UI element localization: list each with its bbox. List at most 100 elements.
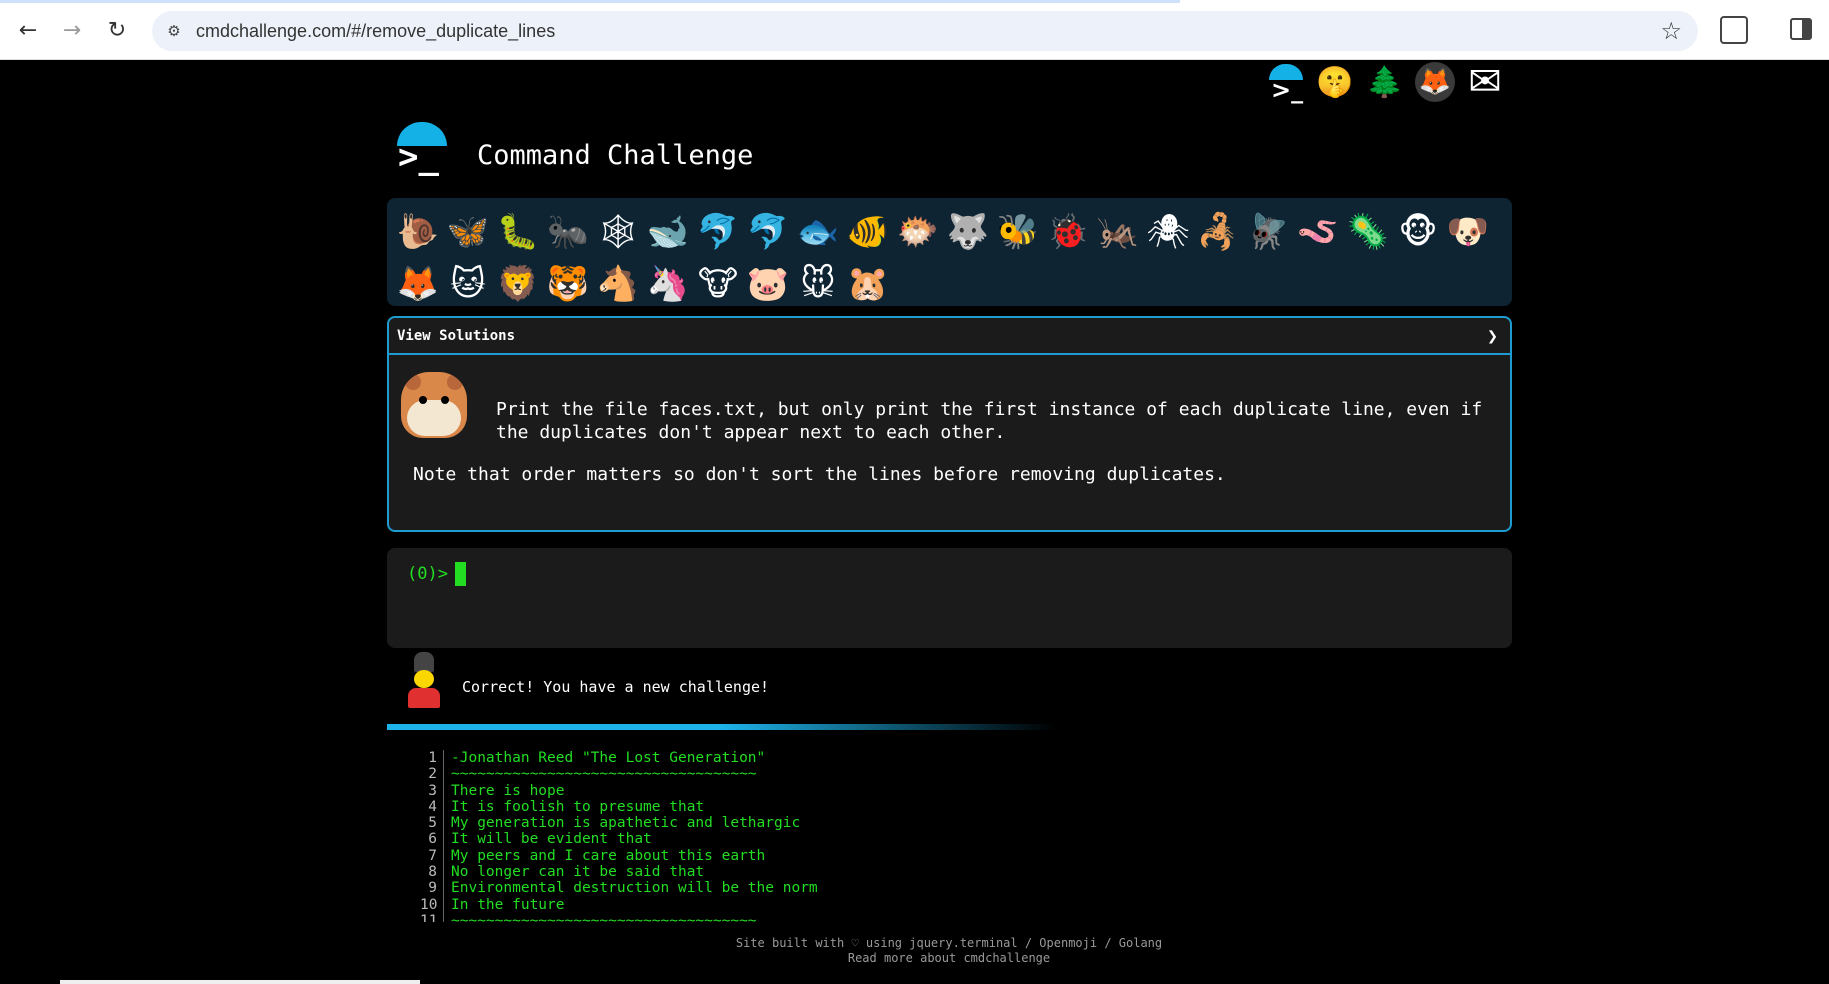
spider-web-icon[interactable]: 🕸	[593, 206, 643, 258]
butterfly-icon[interactable]: 🦋	[443, 206, 493, 258]
line-number: 8	[420, 864, 444, 881]
guard-icon	[404, 652, 444, 710]
fly-icon[interactable]: 🪰	[1243, 206, 1293, 258]
whale-icon[interactable]: 🐋	[643, 206, 693, 258]
ant-icon[interactable]: 🐜	[543, 206, 593, 258]
line-text: ~~~~~~~~~~~~~~~~~~~~~~~~~~~~~~~~~~~	[451, 912, 757, 922]
chevron-right-icon[interactable]: ❯	[1487, 326, 1498, 347]
ladybug-icon[interactable]: 🐞	[1043, 206, 1093, 258]
monkey-icon[interactable]: 🐵	[1393, 206, 1443, 258]
command-output: 1 -Jonathan Reed "The Lost Generation" 2 ~~…	[420, 750, 818, 922]
status-message: Correct! You have a new challenge!	[462, 678, 770, 696]
mouse-icon[interactable]: 🐭	[793, 258, 843, 310]
line-number: 11	[420, 912, 444, 922]
output-line: 4 It is foolish to presume that	[420, 798, 818, 816]
top-links: >_ 🤫 🌲 🦊 ✉	[1265, 59, 1505, 105]
output-line: 6 It will be evident that	[420, 831, 818, 848]
wolf-icon[interactable]: 🐺	[943, 206, 993, 258]
line-text: My peers and I care about this earth	[451, 847, 766, 864]
cricket-icon[interactable]: 🦗	[1093, 206, 1143, 258]
line-text: Environmental destruction will be the no…	[451, 880, 818, 897]
envelope-icon[interactable]: ✉	[1465, 59, 1505, 105]
tiger-icon[interactable]: 🐯	[543, 258, 593, 310]
line-text: My generation is apathetic and lethargic	[451, 815, 801, 832]
line-text: ~~~~~~~~~~~~~~~~~~~~~~~~~~~~~~~~~~~	[451, 766, 757, 783]
fish-icon[interactable]: 🐟	[793, 206, 843, 258]
cow-icon[interactable]: 🐮	[693, 258, 743, 310]
line-number: 1	[420, 750, 444, 767]
line-text: It is foolish to presume that	[451, 798, 705, 815]
loading-bar	[0, 0, 1180, 3]
gitlab-icon[interactable]: 🦊	[1415, 62, 1455, 102]
line-number: 7	[420, 847, 444, 865]
terminal[interactable]: (0)>	[387, 548, 1512, 648]
scroll-indicator	[60, 980, 420, 984]
bookmark-star-icon[interactable]: ☆	[1660, 17, 1682, 45]
dog-icon[interactable]: 🐶	[1443, 206, 1493, 258]
line-number: 3	[420, 782, 444, 799]
evergreen-tree-icon[interactable]: 🌲	[1365, 62, 1405, 102]
line-number: 9	[420, 880, 444, 897]
page-title[interactable]: Command Challenge	[477, 140, 753, 171]
bee-icon[interactable]: 🐝	[993, 206, 1043, 258]
output-line: 7 My peers and I care about this earth	[420, 847, 818, 865]
tropical-fish-icon[interactable]: 🐠	[843, 206, 893, 258]
fox-icon[interactable]: 🦊	[393, 258, 443, 310]
extensions-icon[interactable]	[1720, 16, 1748, 44]
line-text: No longer can it be said that	[451, 864, 705, 881]
site-logo-icon[interactable]: >_	[395, 118, 449, 178]
worm-icon[interactable]: 🪱	[1293, 206, 1343, 258]
caterpillar-icon[interactable]: 🐛	[493, 206, 543, 258]
footer-read-more-link[interactable]: Read more about cmdchallenge	[0, 951, 1829, 966]
footer: Site built with ♡ using jquery.terminal …	[0, 936, 1829, 966]
output-line: 9 Environmental destruction will be the n…	[420, 880, 818, 897]
hamster-icon[interactable]: 🐹	[843, 258, 893, 310]
output-line: 8 No longer can it be said that	[420, 864, 818, 881]
cmdchallenge-logo-icon[interactable]: >_	[1265, 62, 1305, 104]
line-number: 10	[420, 896, 444, 913]
line-number: 4	[420, 798, 444, 816]
line-text: -Jonathan Reed "The Lost Generation"	[451, 750, 766, 766]
output-line: 10 In the future	[420, 896, 818, 913]
pig-icon[interactable]: 🐷	[743, 258, 793, 310]
snail-icon[interactable]: 🐌	[393, 206, 443, 258]
spider-icon[interactable]: 🕷	[1143, 206, 1193, 258]
challenge-grid: 🐌 🦋 🐛 🐜 🕸 🐋 🐬 🐬 🐟 🐠 🐡 🐺 🐝 🐞 🦗 🕷 🦂 🪰 🪱 🦠 🐵 🐶 🦊 🐱 🦁 🐯 🐴 🦄 🐮 🐷 🐭 🐹	[387, 198, 1512, 306]
shushing-face-icon[interactable]: 🤫	[1315, 62, 1355, 102]
address-bar[interactable]: ⚙ cmdchallenge.com/#/remove_duplicate_li…	[152, 11, 1698, 51]
challenge-description: Print the file faces.txt, but only print…	[496, 399, 1483, 443]
footer-credits[interactable]: Site built with ♡ using jquery.terminal …	[0, 936, 1829, 951]
microbe-icon[interactable]: 🦠	[1343, 206, 1393, 258]
scorpion-icon[interactable]: 🦂	[1193, 206, 1243, 258]
output-line: 11 ~~~~~~~~~~~~~~~~~~~~~~~~~~~~~~~~~~~	[420, 912, 818, 922]
blowfish-icon[interactable]: 🐡	[893, 206, 943, 258]
challenge-note: Note that order matters so don't sort th…	[413, 464, 1226, 485]
line-number: 2	[420, 766, 444, 783]
view-solutions-label[interactable]: View Solutions	[397, 328, 515, 344]
output-line: 5 My generation is apathetic and lethargi…	[420, 815, 818, 832]
line-text: In the future	[451, 896, 565, 913]
terminal-cursor[interactable]	[455, 562, 466, 586]
back-arrow-icon[interactable]: ←	[12, 14, 44, 46]
cat-icon[interactable]: 🐱	[443, 258, 493, 310]
unicorn-icon[interactable]: 🦄	[643, 258, 693, 310]
site-settings-icon[interactable]: ⚙	[162, 19, 186, 43]
output-line: 2 ~~~~~~~~~~~~~~~~~~~~~~~~~~~~~~~~~~~	[420, 766, 818, 783]
line-number: 6	[420, 831, 444, 848]
url-text[interactable]: cmdchallenge.com/#/remove_duplicate_line…	[196, 21, 555, 42]
reload-icon[interactable]: ↻	[101, 14, 133, 46]
side-panel-icon[interactable]	[1790, 18, 1812, 40]
forward-arrow-icon[interactable]: →	[56, 14, 88, 46]
output-line: 1 -Jonathan Reed "The Lost Generation"	[420, 750, 818, 767]
view-solutions-toggle[interactable]: View Solutions ❯	[389, 318, 1510, 355]
divider	[387, 724, 1057, 730]
line-text: It will be evident that	[451, 831, 652, 848]
line-text: There is hope	[451, 782, 565, 799]
output-line: 3 There is hope	[420, 782, 818, 799]
dolphin-2-icon[interactable]: 🐬	[743, 206, 793, 258]
lion-icon[interactable]: 🦁	[493, 258, 543, 310]
browser-toolbar: ← → ↻ ⚙ cmdchallenge.com/#/remove_duplic…	[0, 0, 1829, 60]
horse-icon[interactable]: 🐴	[593, 258, 643, 310]
dolphin-icon[interactable]: 🐬	[693, 206, 743, 258]
terminal-prompt: (0)>	[407, 564, 448, 584]
